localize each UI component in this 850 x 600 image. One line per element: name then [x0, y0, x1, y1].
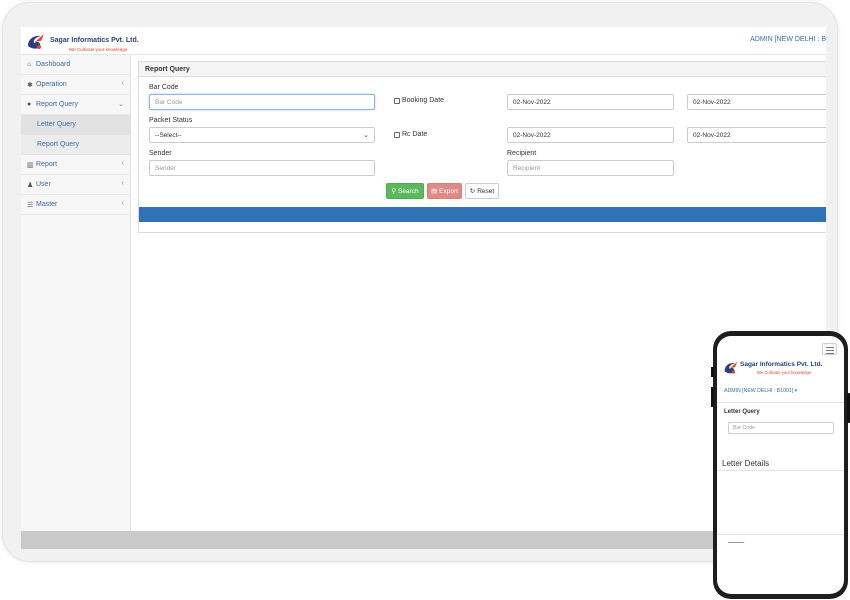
booking-date-checkbox[interactable]: Booking Date [394, 97, 444, 104]
company-tagline: We Cultivate your knowledge [757, 370, 812, 375]
company-name: Sagar Informatics Pvt. Ltd. [740, 361, 823, 368]
sidebar-item-label: Master [36, 201, 58, 208]
barcode-input[interactable]: Bar Code [728, 422, 834, 434]
company-logo[interactable]: Sagar Informatics Pvt. Ltd. We Cultivate… [25, 32, 139, 54]
phone-frame: Sagar Informatics Pvt. Ltd. We Cultivate… [711, 331, 850, 599]
chevron-down-icon: ⌄ [118, 101, 124, 108]
checkbox-box[interactable] [394, 97, 400, 104]
barcode-input[interactable]: Bar Code [149, 94, 375, 110]
hamburger-menu-icon[interactable] [822, 343, 837, 355]
panel-title: Report Query [139, 62, 826, 77]
recipient-label: Recipient [507, 150, 537, 157]
list-icon: ☰ [27, 201, 34, 209]
results-header-bar [139, 207, 826, 222]
user-menu[interactable]: ADMIN [NEW DELHI : B [750, 36, 826, 43]
divider [717, 534, 844, 535]
section-title: Letter Query [724, 409, 760, 415]
recipient-input[interactable]: Recipient [507, 160, 674, 176]
company-name: Sagar Informatics Pvt. Ltd. [50, 37, 139, 44]
booking-date-to-input[interactable]: 02-Nov-2022 [687, 94, 826, 110]
sender-input[interactable]: Sender [149, 160, 375, 176]
letter-details-title: Letter Details [722, 459, 770, 468]
bar-chart-icon: ▥ [27, 161, 34, 169]
phone-side-button [711, 367, 714, 377]
laptop-footer [21, 531, 826, 549]
logo-mark-icon [28, 34, 44, 49]
booking-date-from-input[interactable]: 02-Nov-2022 [507, 94, 674, 110]
phone-screen: Sagar Informatics Pvt. Ltd. We Cultivate… [717, 336, 844, 594]
search-button-label: Search [398, 187, 419, 195]
rc-date-label: Rc Date [402, 131, 428, 138]
packet-status-value: --Select-- [155, 131, 182, 139]
sidebar-item-master[interactable]: ☰ Master ‹ [21, 195, 130, 215]
sidebar-item-dashboard[interactable]: ⌂ Dashboard [21, 55, 130, 75]
sidebar-item-label: User [36, 181, 51, 188]
checkbox-box[interactable] [394, 131, 400, 138]
report-query-panel: Report Query Bar Code Bar Code Booking D… [138, 61, 826, 233]
chevron-left-icon: ‹ [121, 200, 124, 207]
company-tagline: We Cultivate your knowledge [69, 47, 128, 52]
user-menu[interactable]: ADMIN [NEW DELHI : B1001] ▾ [724, 388, 797, 394]
logo-mark-icon [724, 361, 738, 374]
phone-side-button [711, 387, 714, 407]
search-button[interactable]: ⚲ Search [386, 183, 424, 199]
user-icon: ♟ [27, 181, 34, 189]
sidebar-subitem-report-query[interactable]: Report Query [21, 135, 130, 155]
sidebar-item-operation[interactable]: ✱ Operation ‹ [21, 75, 130, 95]
export-button-label: Export [439, 187, 458, 195]
sidebar-item-label: Report [36, 161, 58, 168]
packet-status-label: Packet Status [149, 117, 193, 124]
rc-date-checkbox[interactable]: Rc Date [394, 131, 427, 138]
device-mockup-stage: Sagar Informatics Pvt. Ltd. We Cultivate… [0, 0, 850, 600]
dashboard-icon: ⌂ [27, 61, 32, 68]
footer-mark: ▔▔▔▔▔ [728, 542, 745, 547]
booking-date-label: Booking Date [402, 97, 445, 104]
question-circle-icon: ● [27, 101, 32, 108]
export-button[interactable]: ▤ Export [427, 183, 462, 199]
reset-button-label: Reset [477, 187, 495, 195]
sidebar-item-label: Dashboard [36, 61, 71, 68]
sidebar-subitem-letter-query[interactable]: Letter Query [21, 115, 130, 135]
chevron-left-icon: ‹ [121, 160, 124, 167]
sidebar-item-report[interactable]: ▥ Report ‹ [21, 155, 130, 175]
chevron-left-icon: ‹ [121, 180, 124, 187]
rc-date-from-input[interactable]: 02-Nov-2022 [507, 127, 674, 143]
file-icon: ▤ [431, 188, 438, 195]
divider [717, 402, 844, 403]
packet-status-select[interactable]: --Select-- ⌄ [149, 127, 375, 143]
sidebar-item-user[interactable]: ♟ User ‹ [21, 175, 130, 195]
sidebar-item-report-query[interactable]: ● Report Query ⌄ [21, 95, 130, 115]
laptop-screen: Sagar Informatics Pvt. Ltd. We Cultivate… [21, 27, 826, 549]
gear-icon: ✱ [27, 81, 33, 89]
chevron-down-icon: ⌄ [363, 132, 369, 139]
reset-button[interactable]: ↻ Reset [465, 183, 499, 199]
chevron-left-icon: ‹ [121, 80, 124, 87]
divider [717, 470, 844, 471]
sender-label: Sender [149, 150, 172, 157]
search-icon: ⚲ [391, 188, 397, 195]
refresh-icon: ↻ [469, 188, 476, 195]
barcode-label: Bar Code [149, 84, 179, 91]
sidebar: ⌂ Dashboard ✱ Operation ‹ ● Report Query… [21, 55, 131, 531]
sidebar-item-label: Operation [36, 81, 67, 88]
rc-date-to-input[interactable]: 02-Nov-2022 [687, 127, 826, 143]
top-navbar: Sagar Informatics Pvt. Ltd. We Cultivate… [21, 27, 826, 55]
sidebar-item-label: Report Query [36, 101, 79, 108]
